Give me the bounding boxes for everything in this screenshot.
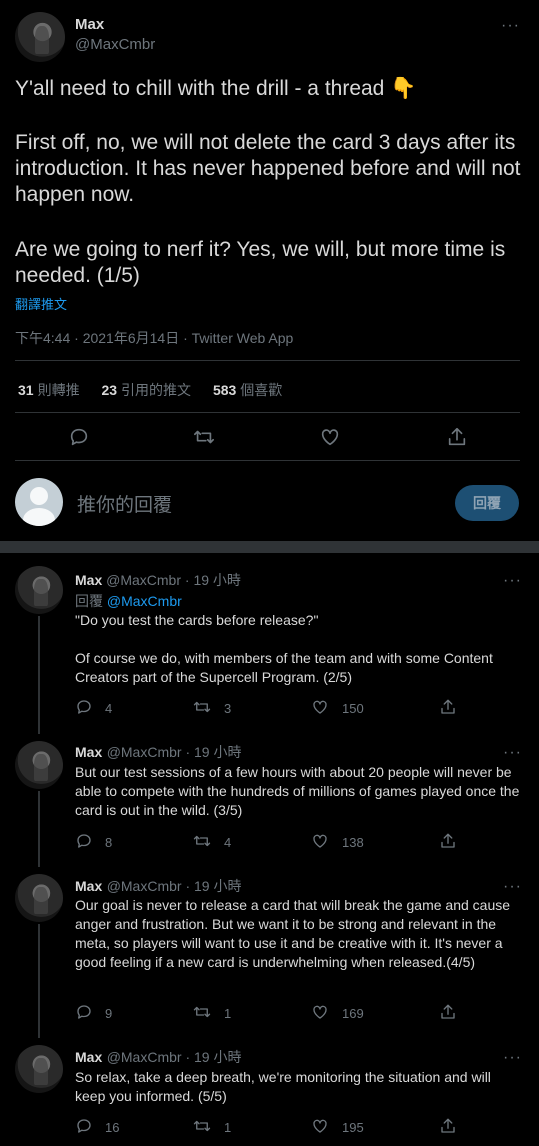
- share-icon[interactable]: [439, 832, 457, 850]
- reply-count: 8: [105, 835, 113, 850]
- reply-text: Our goal is never to release a card that…: [75, 897, 514, 970]
- like-icon[interactable]: [311, 698, 329, 716]
- avatar[interactable]: [15, 12, 65, 62]
- quotes-stat[interactable]: 23 引用的推文: [101, 382, 191, 398]
- share-icon[interactable]: [439, 1003, 457, 1021]
- divider: [15, 360, 520, 361]
- reply-text: "Do you test the cards before release?" …: [75, 612, 493, 685]
- reply-header: Max @MaxCmbr · 19 小時: [75, 1049, 242, 1065]
- reply-header: Max @MaxCmbr · 19 小時: [75, 878, 242, 894]
- like-icon[interactable]: [311, 832, 329, 850]
- reply-count: 9: [105, 1006, 113, 1021]
- retweets-stat[interactable]: 31 則轉推: [18, 382, 80, 398]
- more-options-button[interactable]: ···: [503, 573, 522, 589]
- reply-header: Max @MaxCmbr · 19 小時: [75, 744, 242, 760]
- replying-to: 回覆 @MaxCmbr: [75, 593, 182, 609]
- tweet-text-line3: Are we going to nerf it? Yes, we will, b…: [15, 238, 512, 287]
- like-count: 169: [342, 1006, 364, 1021]
- avatar[interactable]: [15, 566, 63, 614]
- tweet-stats: 31 則轉推 23 引用的推文 583 個喜歡: [18, 380, 518, 400]
- tweet-text-line1: Y'all need to chill with the drill - a t…: [15, 77, 417, 100]
- tweet-text-line2: First off, no, we will not delete the ca…: [15, 131, 527, 206]
- like-count: 150: [342, 701, 364, 716]
- divider: [15, 412, 520, 413]
- share-icon[interactable]: [446, 426, 468, 448]
- author-handle[interactable]: @MaxCmbr: [75, 36, 155, 53]
- tweet-timestamp[interactable]: 下午4:44 · 2021年6月14日 · Twitter Web App: [15, 328, 293, 348]
- like-count: 138: [342, 835, 364, 850]
- reply-icon[interactable]: [75, 1003, 93, 1021]
- reply-icon[interactable]: [75, 698, 93, 716]
- more-options-button[interactable]: ···: [503, 745, 522, 761]
- retweet-icon[interactable]: [193, 832, 211, 850]
- divider: [15, 460, 520, 461]
- reply-count: 16: [105, 1120, 120, 1135]
- retweet-count: 3: [224, 701, 232, 716]
- section-separator: [0, 541, 539, 553]
- reply-actions: 8 4 138: [75, 832, 520, 852]
- avatar[interactable]: [15, 1045, 63, 1093]
- replying-to-link[interactable]: @MaxCmbr: [107, 593, 182, 609]
- reply-text: But our test sessions of a few hours wit…: [75, 764, 524, 818]
- like-icon[interactable]: [319, 426, 341, 448]
- reply-text: So relax, take a deep breath, we're moni…: [75, 1069, 495, 1104]
- compose-avatar: [15, 478, 63, 526]
- like-count: 195: [342, 1120, 364, 1135]
- thread-line: [38, 616, 40, 734]
- more-options-button[interactable]: ···: [503, 879, 522, 895]
- reply-count: 4: [105, 701, 113, 716]
- thread-line: [38, 924, 40, 1038]
- more-options-button[interactable]: ···: [503, 1050, 522, 1066]
- translate-tweet-link[interactable]: 翻譯推文: [15, 294, 67, 313]
- thread-line: [38, 791, 40, 867]
- like-icon[interactable]: [311, 1117, 329, 1135]
- retweet-count: 1: [224, 1006, 232, 1021]
- avatar[interactable]: [15, 874, 63, 922]
- reply-actions: 9 1 169: [75, 1003, 520, 1023]
- like-icon[interactable]: [311, 1003, 329, 1021]
- retweet-icon[interactable]: [193, 426, 215, 448]
- reply-icon[interactable]: [68, 426, 90, 448]
- avatar[interactable]: [15, 741, 63, 789]
- reply-icon[interactable]: [75, 832, 93, 850]
- more-options-button[interactable]: ···: [501, 18, 520, 34]
- retweet-icon[interactable]: [193, 698, 211, 716]
- retweet-icon[interactable]: [193, 1117, 211, 1135]
- retweet-count: 4: [224, 835, 232, 850]
- reply-button[interactable]: 回覆: [455, 485, 519, 521]
- share-icon[interactable]: [439, 698, 457, 716]
- retweet-icon[interactable]: [193, 1003, 211, 1021]
- author-name[interactable]: Max: [75, 16, 104, 33]
- likes-stat[interactable]: 583 個喜歡: [213, 382, 282, 398]
- reply-actions: 4 3 150: [75, 698, 520, 718]
- share-icon[interactable]: [439, 1117, 457, 1135]
- reply-header: Max @MaxCmbr · 19 小時: [75, 572, 241, 588]
- retweet-count: 1: [224, 1120, 232, 1135]
- reply-input[interactable]: 推你的回覆: [77, 490, 172, 517]
- reply-actions: 16 1 195: [75, 1117, 520, 1137]
- reply-icon[interactable]: [75, 1117, 93, 1135]
